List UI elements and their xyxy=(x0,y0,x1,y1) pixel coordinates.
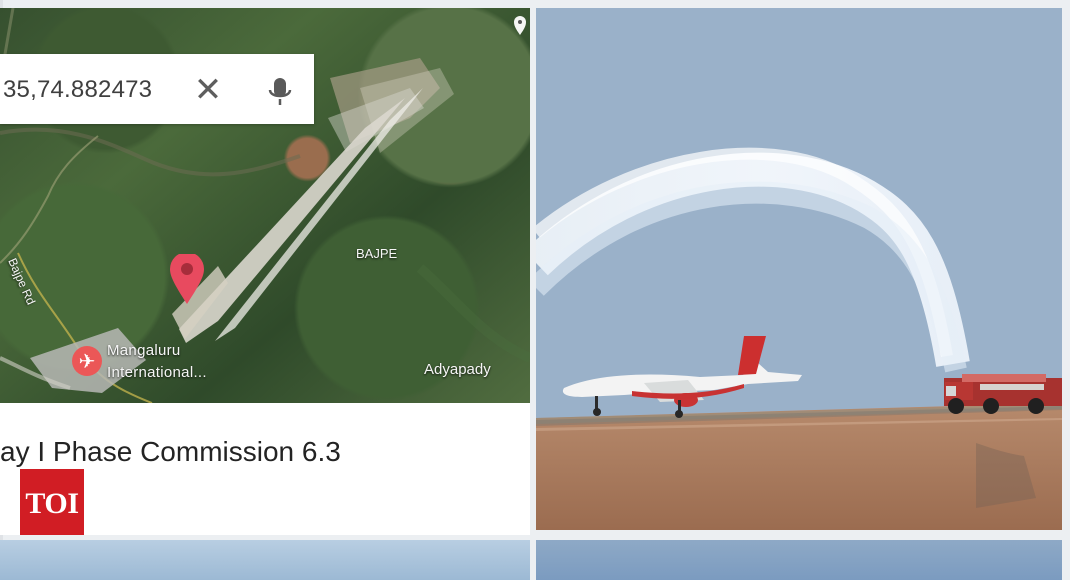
map-label-adyapady: Adyapady xyxy=(424,361,491,378)
close-icon[interactable]: ✕ xyxy=(190,72,226,108)
photo-tile[interactable] xyxy=(536,8,1062,530)
search-input[interactable]: 35,74.882473 xyxy=(3,76,152,104)
location-pin-icon xyxy=(513,16,527,36)
caption-text: ay I Phase Commission 6.3 xyxy=(0,436,341,467)
map-search-box[interactable]: 35,74.882473 ✕ xyxy=(0,54,314,124)
bottom-left-photo-strip[interactable] xyxy=(0,540,530,580)
map-tile[interactable]: 35,74.882473 ✕ BAJPE Bajpe Rd ✈ Mangalur… xyxy=(0,8,530,403)
map-label-airport: Mangaluru International... xyxy=(107,340,207,384)
microphone-icon[interactable] xyxy=(262,72,298,108)
red-location-pin-icon[interactable] xyxy=(167,254,207,306)
airport-icon[interactable]: ✈ xyxy=(72,346,102,376)
toi-logo-badge: TOI xyxy=(20,469,84,535)
map-label-airport-line2: International... xyxy=(107,364,207,381)
map-label-airport-line1: Mangaluru xyxy=(107,342,181,359)
airport-photo xyxy=(536,8,1062,530)
caption-panel: ay I Phase Commission 6.3 TOI xyxy=(0,403,530,535)
image-grid-page: 35,74.882473 ✕ BAJPE Bajpe Rd ✈ Mangalur… xyxy=(0,0,1070,580)
bottom-right-photo-strip[interactable] xyxy=(536,540,1062,580)
map-label-bajpe: BAJPE xyxy=(356,246,398,261)
